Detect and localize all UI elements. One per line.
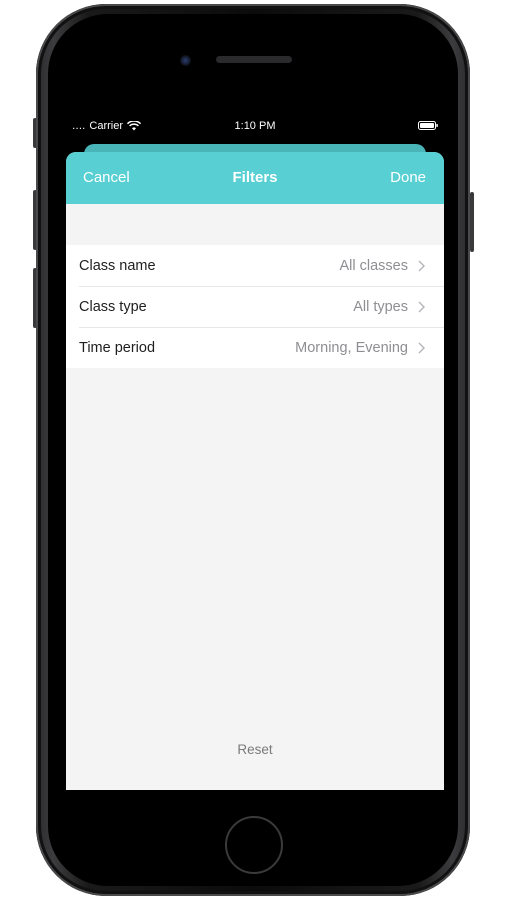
- filter-value: All classes: [339, 257, 409, 274]
- status-bar: ․․․․ Carrier 1:10 PM: [66, 110, 444, 142]
- earpiece-speaker: [216, 56, 292, 63]
- battery-icon: [418, 121, 438, 130]
- screen: ․․․․ Carrier 1:10 PM Cancel Filters Done…: [66, 110, 444, 790]
- power-button: [470, 192, 474, 252]
- reset-button[interactable]: Reset: [66, 742, 444, 757]
- device-frame-stage: ․․․․ Carrier 1:10 PM Cancel Filters Done…: [0, 0, 507, 900]
- chevron-right-icon: [418, 342, 425, 354]
- done-button[interactable]: Done: [390, 169, 426, 186]
- filter-value: All types: [353, 298, 408, 315]
- front-camera: [180, 55, 191, 66]
- filters-sheet: Cancel Filters Done Class name All class…: [66, 152, 444, 790]
- filter-row-time-period[interactable]: Time period Morning, Evening: [66, 327, 444, 368]
- chevron-right-icon: [418, 301, 425, 313]
- filter-label: Time period: [79, 339, 156, 356]
- filters-list: Class name All classes Class type All ty…: [66, 245, 444, 368]
- page-title: Filters: [232, 169, 278, 186]
- chevron-right-icon: [418, 260, 425, 272]
- filter-row-class-name[interactable]: Class name All classes: [66, 245, 444, 286]
- status-time: 1:10 PM: [234, 120, 276, 132]
- navigation-bar: Cancel Filters Done: [66, 152, 444, 204]
- filter-label: Class type: [79, 298, 147, 315]
- filter-row-class-type[interactable]: Class type All types: [66, 286, 444, 327]
- filter-label: Class name: [79, 257, 156, 274]
- filter-value: Morning, Evening: [295, 339, 408, 356]
- home-button[interactable]: [225, 816, 283, 874]
